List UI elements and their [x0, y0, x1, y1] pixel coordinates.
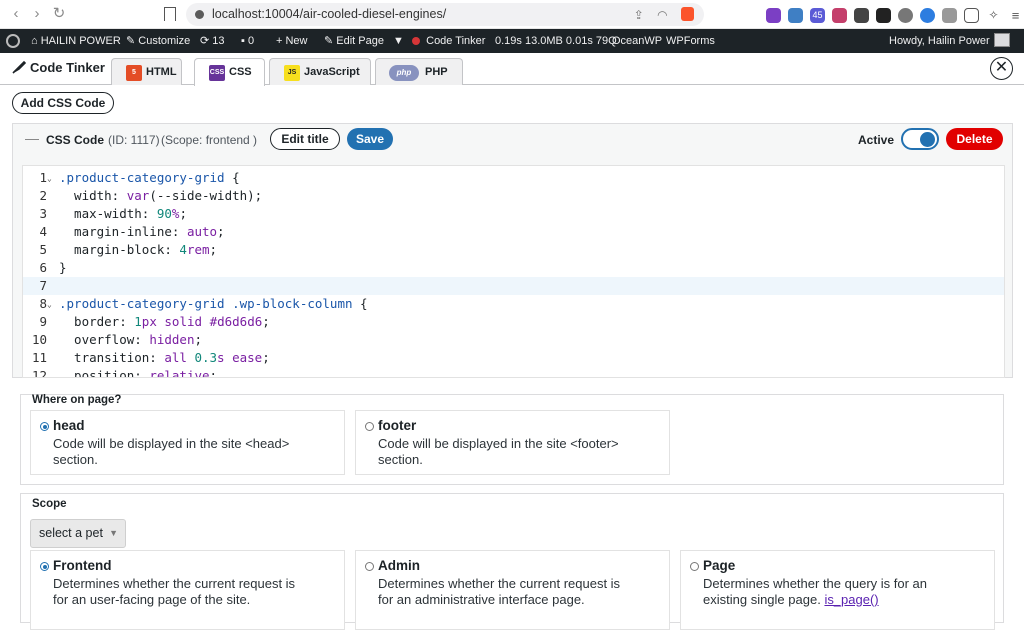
toggle-knob — [920, 132, 935, 147]
radio-page[interactable] — [690, 562, 699, 571]
radio-frontend[interactable] — [40, 562, 49, 571]
section-title: Where on page? — [32, 394, 122, 406]
radio-head[interactable] — [40, 422, 49, 431]
code-scope: (Scope: frontend ) — [161, 133, 258, 147]
where-on-page-section: Where on page? head Code will be display… — [20, 394, 1004, 485]
wordpress-icon[interactable] — [6, 34, 20, 48]
radio-admin[interactable] — [365, 562, 374, 571]
collapse-handle[interactable] — [25, 139, 39, 140]
site-info-icon[interactable] — [195, 10, 204, 19]
option-frontend[interactable]: Frontend Determines whether the current … — [30, 550, 345, 630]
option-head[interactable]: head Code will be displayed in the site … — [30, 410, 345, 475]
yoast-icon[interactable]: ▼ — [393, 29, 404, 53]
scope-select[interactable]: select a pet ▼ — [30, 519, 126, 548]
css3-icon: CSS — [209, 65, 225, 81]
brand: Code Tinker — [12, 60, 105, 75]
howdy-account-link[interactable]: Howdy, Hailin Power — [889, 29, 1010, 53]
is-page-link[interactable]: is_page() — [824, 592, 878, 607]
rss-icon[interactable]: ◠ — [657, 8, 667, 22]
comments-link[interactable]: ▪ 0 — [241, 29, 254, 53]
css-code-panel: CSS Code (ID: 1117) (Scope: frontend ) A… — [12, 123, 1013, 378]
fold-icon[interactable]: ⌄ — [47, 170, 52, 188]
home-icon: ⌂ — [31, 35, 41, 47]
extension-icon[interactable] — [920, 7, 935, 23]
updates-link[interactable]: ⟳ 13 — [200, 29, 225, 53]
share-icon[interactable]: ⇪ — [634, 8, 644, 22]
forward-icon[interactable]: › — [29, 6, 45, 22]
radio-footer[interactable] — [365, 422, 374, 431]
extension-icon[interactable] — [854, 7, 869, 23]
sparkle-icon[interactable]: ✧ — [986, 7, 1001, 23]
bookmark-icon[interactable] — [164, 7, 176, 21]
js-icon: JS — [284, 65, 300, 81]
active-label: Active — [858, 133, 895, 147]
extension-icon[interactable]: 45 — [810, 7, 825, 23]
extension-icon[interactable] — [766, 7, 781, 23]
tab-html[interactable]: 5 HTML — [111, 58, 182, 85]
edit-page-link[interactable]: ✎ Edit Page — [324, 29, 384, 53]
code-tinker-header: Code Tinker 5 HTML CSS CSS JS JavaScript ph… — [0, 53, 1024, 86]
code-title: CSS Code — [46, 133, 105, 147]
customize-link[interactable]: ✎ Customize — [126, 29, 190, 53]
code-id: (ID: 1117) — [108, 133, 160, 147]
brush-icon: ✎ — [126, 35, 139, 47]
php-icon: php — [389, 65, 419, 81]
browser-toolbar: ‹ › ↻ localhost:10004/air-cooled-diesel-… — [0, 0, 1024, 29]
section-title: Scope — [32, 498, 67, 510]
wpforms-link[interactable]: WPForms — [666, 29, 715, 53]
extensions-bar: 45 ✧ ≡ — [766, 6, 1023, 24]
code-editor[interactable]: 1 ⌄ .product-category-grid { 2 width: var(… — [22, 165, 1005, 378]
option-footer[interactable]: footer Code will be displayed in the sit… — [355, 410, 670, 475]
extension-icon[interactable] — [832, 7, 847, 23]
query-monitor-stats[interactable]: 0.19s 13.0MB 0.01s 79Q — [495, 29, 617, 53]
pencil-icon: ✎ — [324, 35, 337, 47]
menu-icon[interactable]: ≡ — [1008, 7, 1023, 23]
fold-icon[interactable]: ⌄ — [47, 296, 52, 314]
site-name-link[interactable]: ⌂ HAILIN POWER — [31, 29, 121, 53]
puzzle-icon[interactable] — [942, 7, 957, 23]
eyedropper-icon[interactable] — [876, 7, 891, 23]
edit-title-button[interactable]: Edit title — [270, 128, 340, 150]
close-button[interactable]: ✕ — [990, 57, 1013, 80]
chevron-down-icon: ▼ — [109, 528, 118, 538]
extension-icon[interactable] — [898, 7, 913, 23]
html5-icon: 5 — [126, 65, 142, 81]
scope-section: Scope Frontend Determines whether the cu… — [20, 493, 1004, 630]
sidebar-icon[interactable] — [964, 7, 979, 23]
back-icon[interactable]: ‹ — [8, 6, 24, 22]
reload-icon[interactable]: ↻ — [51, 6, 67, 22]
add-css-code-button[interactable]: Add CSS Code — [12, 92, 114, 114]
oceanwp-link[interactable]: OceanWP — [612, 29, 662, 53]
option-admin[interactable]: Admin Determines whether the current req… — [355, 550, 670, 630]
tab-javascript[interactable]: JS JavaScript — [269, 58, 371, 85]
url-text[interactable]: localhost:10004/air-cooled-diesel-engine… — [212, 7, 446, 21]
comment-icon: ▪ — [241, 35, 248, 47]
address-bar[interactable]: localhost:10004/air-cooled-diesel-engine… — [186, 3, 704, 26]
new-link[interactable]: + New — [276, 29, 308, 53]
code-tinker-link[interactable]: Code Tinker — [412, 29, 485, 53]
save-button[interactable]: Save — [347, 128, 393, 150]
record-icon — [412, 37, 420, 45]
active-toggle[interactable] — [901, 128, 939, 150]
brave-shield-icon[interactable] — [681, 7, 694, 21]
tab-css[interactable]: CSS CSS — [194, 58, 265, 86]
avatar — [993, 33, 1010, 47]
extension-icon[interactable] — [788, 7, 803, 23]
updates-icon: ⟳ — [200, 35, 213, 47]
delete-button[interactable]: Delete — [946, 128, 1003, 150]
brush-icon — [12, 60, 26, 74]
option-page[interactable]: Page Determines whether the query is for… — [680, 550, 995, 630]
wp-admin-bar: ⌂ HAILIN POWER ✎ Customize ⟳ 13 ▪ 0 + Ne… — [0, 29, 1024, 53]
tab-php[interactable]: php PHP — [375, 58, 463, 85]
